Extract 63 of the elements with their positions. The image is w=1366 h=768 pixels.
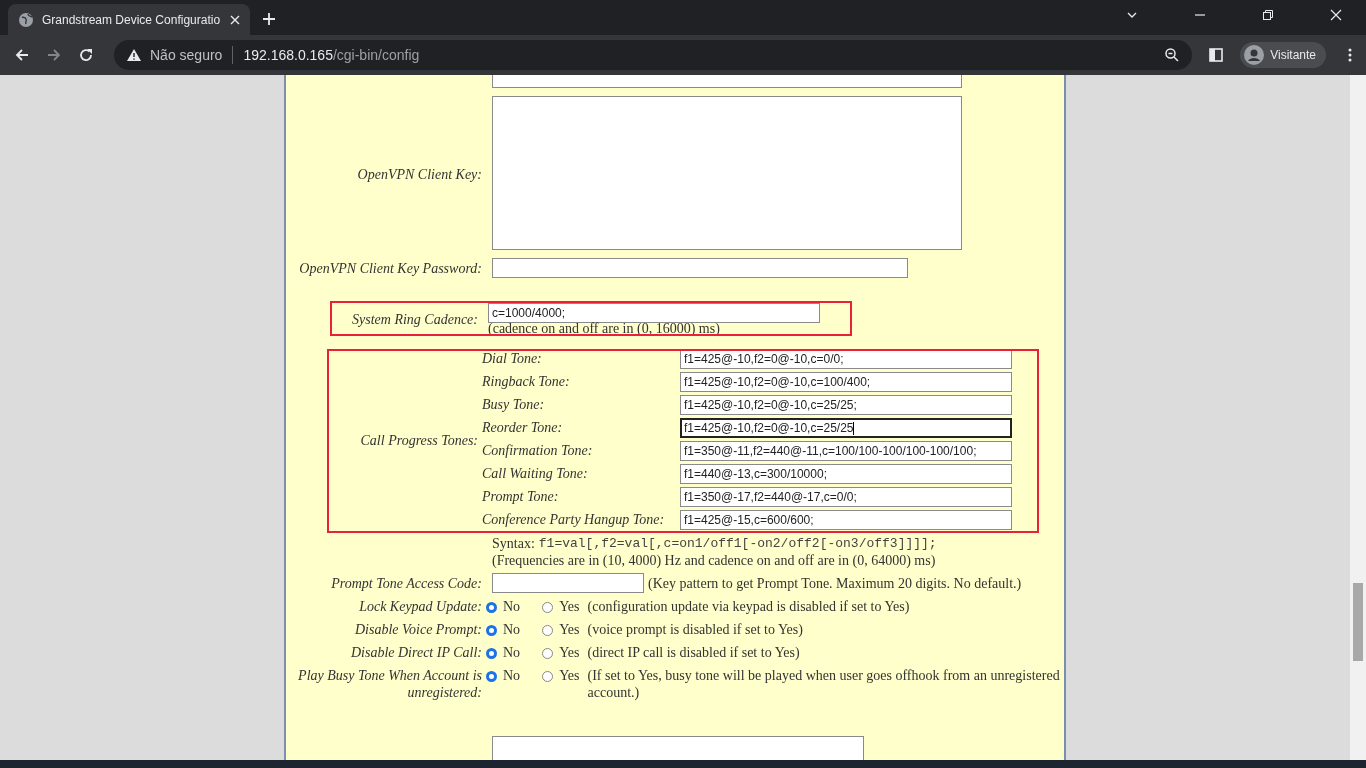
profile-button[interactable]: Visitante [1240, 42, 1326, 68]
browser-tab[interactable]: Grandstream Device Configuratio [8, 4, 250, 35]
warning-icon [126, 48, 142, 62]
avatar-icon [1244, 45, 1265, 65]
reload-icon[interactable] [78, 47, 94, 63]
radio-option[interactable]: No [486, 667, 521, 685]
sidebar-icon[interactable] [1208, 47, 1225, 63]
field-label: Call Waiting Tone: [482, 466, 589, 482]
scrollbar[interactable] [1350, 75, 1366, 760]
hint-text: (Frequencies are in (10, 4000) Hz and cadence on and off are in (0, 64000) ms) [492, 552, 937, 569]
field-label: System Ring Cadence: [351, 311, 478, 328]
new-tab-icon[interactable] [262, 12, 276, 26]
field-label: OpenVPN Client Key Password: [298, 260, 482, 277]
hint-text: (configuration update via keypad is disabled if set to Yes) [587, 598, 911, 615]
input-field[interactable] [492, 573, 644, 593]
hint-text: (voice prompt is disabled if set to Yes) [587, 621, 804, 638]
input-field[interactable]: f1=425@-10,f2=0@-10,c=0/0; [680, 349, 1012, 369]
radio-option[interactable]: Yes [542, 598, 580, 616]
input-field[interactable]: c=1000/4000; [488, 303, 820, 323]
radio-option[interactable]: No [486, 644, 521, 662]
field-label: Conference Party Hangup Tone: [482, 512, 666, 528]
field-label: Call Progress Tones: [359, 432, 478, 449]
input-field[interactable]: f1=425@-10,f2=0@-10,c=25/25; [680, 395, 1012, 415]
hint-text: (Key pattern to get Prompt Tone. Maximum 20 digits. No default.) [648, 574, 1022, 592]
syntax-label: Syntax: [492, 535, 535, 552]
input-field[interactable]: f1=350@-17,f2=440@-17,c=0/0; [680, 487, 1012, 507]
syntax-code: f1=val[,f2=val[,c=on1/off1[-on2/off2[-on3/off3]]]]; [538, 535, 937, 552]
field-label: Dial Tone: [482, 351, 543, 367]
address-bar[interactable]: Não seguro 192.168.0.165/cgi-bin/config [114, 40, 1193, 70]
tab-title: Grandstream Device Configuratio [42, 12, 222, 27]
field-label: Lock Keypad Update: [358, 598, 482, 615]
field-label: Disable Voice Prompt: [354, 621, 482, 638]
radio-option[interactable]: Yes [542, 644, 580, 662]
hint-text: (direct IP call is disabled if set to Yes) [587, 644, 801, 661]
zoom-icon[interactable] [1164, 47, 1181, 63]
field-label: Play Busy Tone When Account is unregistered: [297, 667, 482, 701]
hint-text: (If set to Yes, busy tone will be played when user goes offhook from an unregistered account.) [587, 667, 1061, 701]
field-label: Busy Tone: [482, 397, 546, 413]
globe-icon [18, 11, 34, 28]
field-label: Reorder Tone: [482, 420, 564, 436]
radio-option[interactable]: No [486, 621, 521, 639]
field-label: Prompt Tone Access Code: [330, 575, 482, 592]
hint-text: (cadence on and off are in (0, 16000) ms) [488, 322, 721, 336]
back-icon[interactable] [14, 47, 30, 63]
close-icon[interactable] [230, 14, 240, 25]
input-field[interactable]: f1=350@-11,f2=440@-11,c=100/100-100/100-100/100; [680, 441, 1012, 461]
input-field[interactable]: f1=440@-13,c=300/10000; [680, 464, 1012, 484]
radio-option[interactable]: No [486, 598, 521, 616]
forward-icon[interactable] [46, 47, 62, 63]
close-icon[interactable] [1330, 9, 1342, 21]
field-label: OpenVPN Client Key: [356, 165, 482, 183]
text-area[interactable] [492, 75, 962, 88]
input-field[interactable]: f1=425@-15,c=600/600; [680, 510, 1012, 530]
input-field[interactable] [492, 258, 908, 278]
input-field[interactable]: f1=425@-10,f2=0@-10,c=25/25 [680, 418, 1012, 438]
field-label: Disable Direct IP Call: [349, 644, 482, 661]
radio-option[interactable]: Yes [542, 621, 580, 639]
input-field[interactable]: f1=425@-10,f2=0@-10,c=100/400; [680, 372, 1012, 392]
restore-icon[interactable] [1262, 9, 1274, 21]
field-label: Prompt Tone: [482, 489, 560, 505]
field-label: Ringback Tone: [482, 374, 571, 390]
radio-option[interactable]: Yes [542, 667, 580, 685]
field-label: Confirmation Tone: [482, 443, 594, 459]
